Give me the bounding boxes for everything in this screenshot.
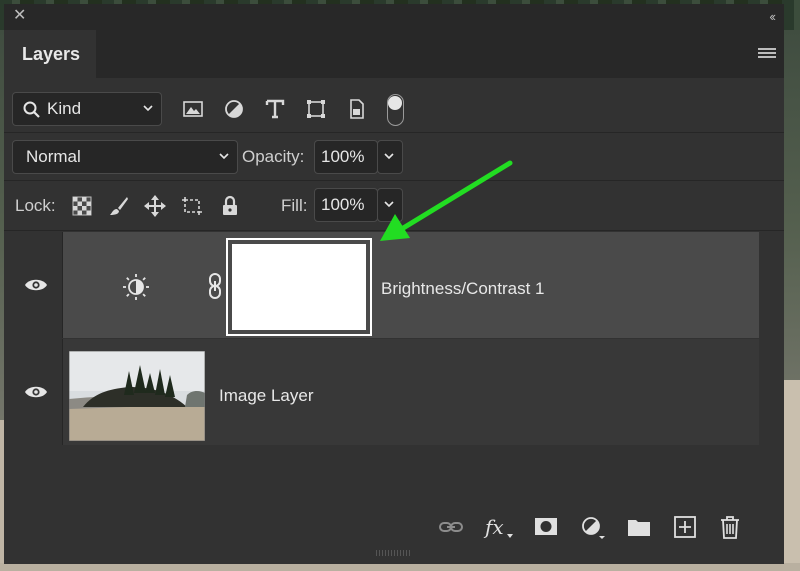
layers-list: Brightness/Contrast 1 Image Layer xyxy=(8,232,763,446)
lock-image-pixels-icon[interactable] xyxy=(107,194,131,218)
divider xyxy=(4,230,784,231)
tab-bar: Layers xyxy=(4,30,784,78)
kind-filter-select[interactable]: Kind xyxy=(12,92,162,126)
lock-artboard-icon[interactable] xyxy=(180,194,204,218)
opacity-input[interactable]: 100% xyxy=(314,140,378,174)
blend-mode-value: Normal xyxy=(26,147,81,166)
divider xyxy=(4,132,784,133)
lock-transparent-pixels-icon[interactable] xyxy=(70,194,94,218)
panel-menu-icon[interactable] xyxy=(758,48,776,60)
lock-position-icon[interactable] xyxy=(143,194,167,218)
fx-icon[interactable]: fx xyxy=(485,514,513,540)
new-adjustment-icon[interactable] xyxy=(579,514,605,540)
layer-mask-thumbnail[interactable] xyxy=(226,238,372,336)
filter-toggle-switch[interactable] xyxy=(387,94,404,126)
layers-panel: ✕ ‹‹ Layers Kind Normal Opacity: 100% Lo… xyxy=(4,4,784,564)
layer-name[interactable]: Image Layer xyxy=(219,386,314,406)
delete-layer-icon[interactable] xyxy=(717,514,743,540)
layers-scrollbar-track[interactable] xyxy=(759,232,784,564)
pixel-filter-icon[interactable] xyxy=(181,97,205,121)
opacity-label: Opacity: xyxy=(242,147,305,166)
divider xyxy=(4,180,784,181)
new-layer-icon[interactable] xyxy=(672,514,698,540)
background-sand-right xyxy=(784,380,800,571)
layer-name[interactable]: Brightness/Contrast 1 xyxy=(381,279,544,299)
link-layers-icon[interactable] xyxy=(438,514,464,540)
resize-grip[interactable] xyxy=(376,550,412,556)
type-filter-icon[interactable] xyxy=(263,97,287,121)
kind-filter-label: Kind xyxy=(47,99,82,118)
blend-mode-select[interactable]: Normal xyxy=(12,140,238,174)
fill-input[interactable]: 100% xyxy=(314,188,378,222)
fill-value: 100% xyxy=(321,195,365,214)
chevron-down-icon xyxy=(143,105,153,112)
chevron-down-icon xyxy=(384,153,394,160)
opacity-dropdown-button[interactable] xyxy=(377,140,403,174)
eye-icon[interactable] xyxy=(24,278,48,292)
search-icon xyxy=(23,101,40,118)
background-bottom xyxy=(0,563,800,571)
lock-label: Lock: xyxy=(15,196,56,215)
fill-label: Fill: xyxy=(281,196,308,215)
panel-titlebar: ✕ ‹‹ xyxy=(4,4,784,30)
filter-toggle-knob xyxy=(388,96,402,110)
collapse-icon[interactable]: ‹‹ xyxy=(769,9,776,24)
mask-fill xyxy=(232,244,366,330)
chevron-down-icon xyxy=(384,201,394,208)
close-icon[interactable]: ✕ xyxy=(13,8,26,24)
layer-row-image[interactable]: Image Layer xyxy=(8,339,763,445)
fill-dropdown-button[interactable] xyxy=(377,188,403,222)
visibility-column xyxy=(8,232,63,338)
chain-link-icon[interactable] xyxy=(207,272,223,300)
brightness-contrast-icon xyxy=(123,274,149,300)
fx-label: fx xyxy=(485,515,504,539)
shape-filter-icon[interactable] xyxy=(304,97,328,121)
adjustment-filter-icon[interactable] xyxy=(222,97,246,121)
new-group-icon[interactable] xyxy=(626,514,652,540)
opacity-value: 100% xyxy=(321,147,365,166)
small-dropdown-triangle-icon xyxy=(507,534,513,538)
smart-object-filter-icon[interactable] xyxy=(345,97,369,121)
lock-all-icon[interactable] xyxy=(218,194,242,218)
layer-row-brightness-contrast[interactable]: Brightness/Contrast 1 xyxy=(8,232,763,338)
image-layer-thumbnail[interactable] xyxy=(69,351,205,441)
eye-icon[interactable] xyxy=(24,385,48,399)
visibility-column xyxy=(8,339,63,445)
add-mask-icon[interactable] xyxy=(533,514,559,540)
chevron-down-icon xyxy=(219,153,229,160)
tab-layers[interactable]: Layers xyxy=(4,30,96,78)
